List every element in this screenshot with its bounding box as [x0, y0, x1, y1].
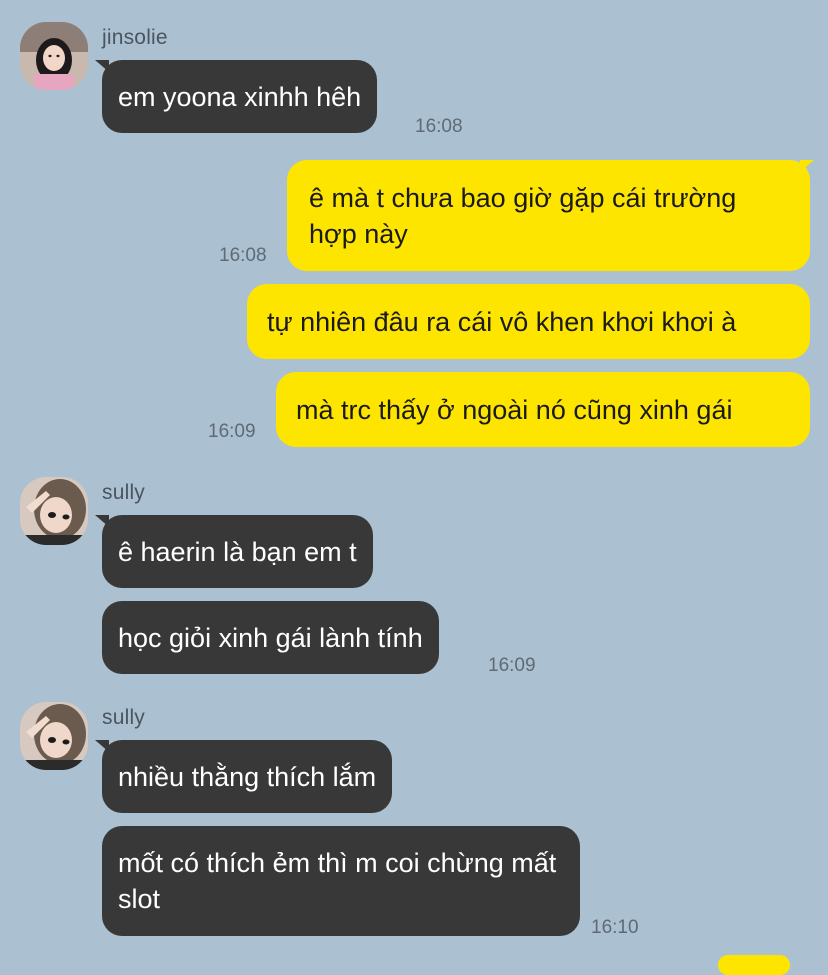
bubble-tail	[800, 160, 814, 172]
message-bubble[interactable]: học giỏi xinh gái lành tính	[102, 601, 439, 674]
chat-area[interactable]: jinsolie em yoona xinhh hêh 16:08 16:08 …	[0, 0, 828, 975]
sender-name: jinsolie	[102, 26, 168, 49]
message-bubble[interactable]: ê mà t chưa bao giờ gặp cái trường hợp n…	[287, 160, 810, 271]
message-time: 16:09	[488, 655, 536, 676]
message-time: 16:08	[219, 245, 267, 266]
sender-name: sully	[102, 706, 146, 729]
message-bubble[interactable]: mốt có thích ẻm thì m coi chừng mất slot	[102, 826, 580, 936]
message-time: 16:10	[591, 917, 639, 938]
avatar-sully[interactable]	[20, 702, 88, 770]
message-time: 16:09	[208, 421, 256, 442]
message-bubble[interactable]: tự nhiên đâu ra cái vô khen khơi khơi à	[247, 284, 810, 359]
message-bubble[interactable]: mà trc thấy ở ngoài nó cũng xinh gái	[276, 372, 810, 447]
message-bubble[interactable]: nhiều thằng thích lắm	[102, 740, 393, 813]
sender-name: sully	[102, 481, 146, 504]
message-bubble[interactable]: ê haerin là bạn em t	[102, 515, 373, 588]
avatar-jinsolie[interactable]	[20, 22, 88, 90]
message-time: 16:08	[415, 116, 463, 137]
avatar-sully[interactable]	[20, 477, 88, 545]
message-bubble[interactable]: em yoona xinhh hêh	[102, 60, 378, 133]
partial-outgoing-bubble[interactable]	[718, 955, 790, 975]
